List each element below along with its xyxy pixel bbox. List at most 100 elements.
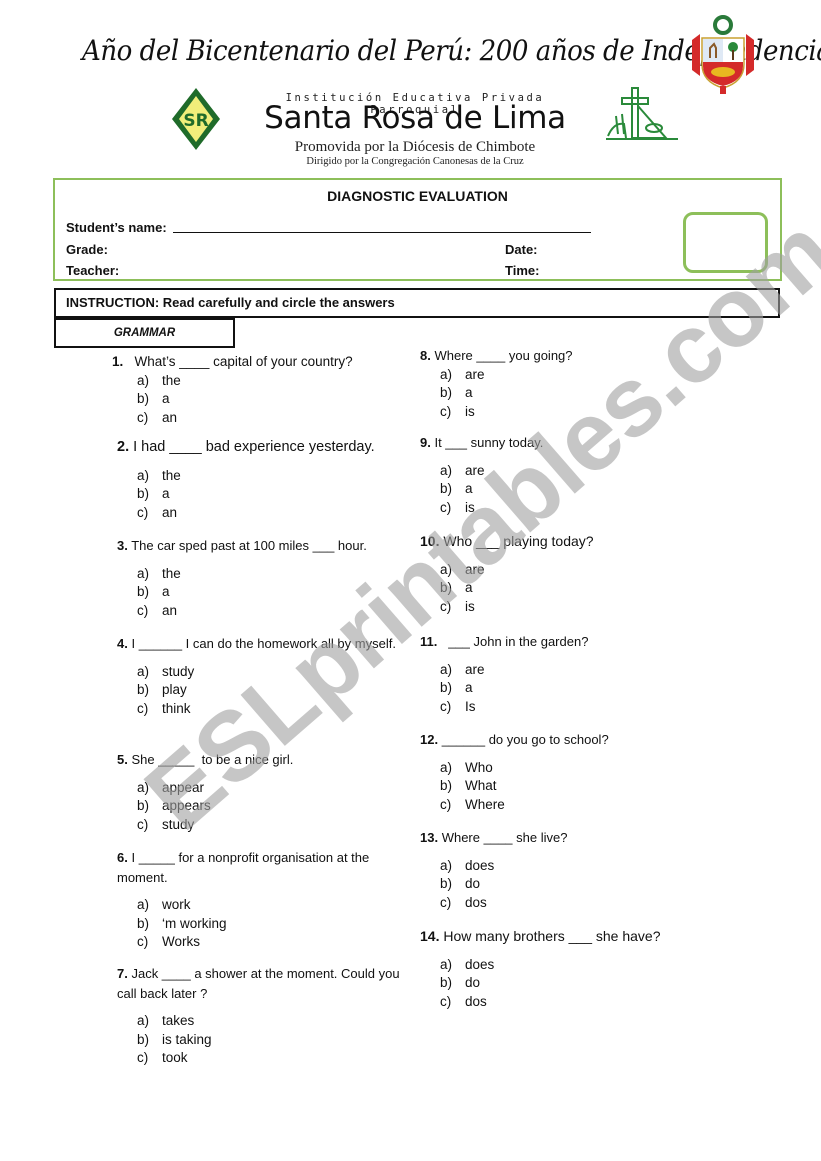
student-name-field[interactable] <box>173 232 591 233</box>
answer-option[interactable]: c) an <box>117 409 397 428</box>
question-text: Jack ____ a shower at the moment. Could … <box>117 966 400 1001</box>
answer-option[interactable]: c) is <box>420 499 705 518</box>
question-number: 3. <box>117 538 128 553</box>
score-box[interactable] <box>683 212 768 273</box>
instruction-box: INSTRUCTION: Read carefully and circle t… <box>54 288 780 318</box>
grade-label: Grade: <box>66 242 108 257</box>
answer-option[interactable]: b) is taking <box>117 1031 402 1050</box>
question-text: Where ____ she live? <box>441 830 568 845</box>
answer-option[interactable]: c) took <box>117 1049 402 1068</box>
answer-option[interactable]: a) Who <box>420 759 705 778</box>
question-10: 10. Who ___ playing today? a) are b) a c) i… <box>420 532 705 616</box>
question-1: 1. What’s ____ capital of your country? … <box>112 352 397 427</box>
question-text: How many brothers ___ she have? <box>443 928 661 944</box>
question-5: 5. She _____ to be a nice girl. a) appear… <box>117 750 402 834</box>
question-number: 1. <box>112 354 124 369</box>
time-label: Time: <box>505 263 540 278</box>
answer-option[interactable]: c) think <box>117 700 402 719</box>
answer-option[interactable]: b) a <box>420 679 705 698</box>
answer-option[interactable]: b) ‘m working <box>117 915 402 934</box>
question-number: 7. <box>117 966 128 981</box>
question-6: 6. I _____ for a nonprofit organisation … <box>117 848 402 952</box>
question-number: 5. <box>117 752 128 767</box>
answer-option[interactable]: c) Works <box>117 933 402 952</box>
answer-option[interactable]: b) appears <box>117 797 402 816</box>
answer-option[interactable]: a) study <box>117 663 402 682</box>
question-number: 14. <box>420 928 440 944</box>
answer-option[interactable]: a) appear <box>117 779 402 798</box>
answer-option[interactable]: b) a <box>117 390 397 409</box>
question-number: 9. <box>420 435 431 450</box>
question-4: 4. I ______ I can do the homework all by… <box>117 634 402 718</box>
answer-option[interactable]: a) does <box>420 956 705 975</box>
answer-option[interactable]: a) the <box>117 565 402 584</box>
answer-option[interactable]: c) is <box>420 598 705 617</box>
question-text: I ______ I can do the homework all by my… <box>131 636 396 651</box>
question-text: Where ____ you going? <box>434 348 573 363</box>
question-number: 6. <box>117 850 128 865</box>
answer-option[interactable]: a) takes <box>117 1012 402 1031</box>
answer-option[interactable]: b) do <box>420 974 705 993</box>
answer-option[interactable]: b) What <box>420 777 705 796</box>
school-name: Santa Rosa de Lima <box>264 100 566 136</box>
answer-option[interactable]: a) are <box>420 366 705 385</box>
question-13: 13. Where ____ she live? a) does b) do c) d… <box>420 828 705 912</box>
answer-option[interactable]: a) are <box>420 462 705 481</box>
answer-option[interactable]: a) are <box>420 661 705 680</box>
motto-heading: Año del Bicentenario del Perú: 200 años … <box>82 34 821 67</box>
answer-option[interactable]: c) study <box>117 816 402 835</box>
question-text: ______ do you go to school? <box>441 732 609 747</box>
answer-option[interactable]: c) Is <box>420 698 705 717</box>
question-text: Who ___ playing today? <box>443 533 594 549</box>
question-text: It ___ sunny today. <box>434 435 544 450</box>
question-number: 4. <box>117 636 128 651</box>
question-number: 2. <box>117 439 130 455</box>
question-text: I had ____ bad experience yesterday. <box>133 439 375 455</box>
answer-option[interactable]: c) is <box>420 403 705 422</box>
answer-option[interactable]: a) the <box>117 372 397 391</box>
answer-option[interactable]: a) are <box>420 561 705 580</box>
question-12: 12. ______ do you go to school? a) Who b)… <box>420 730 705 814</box>
teacher-label: Teacher: <box>66 263 120 278</box>
answer-option[interactable]: b) a <box>117 583 402 602</box>
answer-option[interactable]: b) a <box>420 579 705 598</box>
question-number: 13. <box>420 830 439 845</box>
answer-option[interactable]: a) does <box>420 857 705 876</box>
question-7: 7. Jack ____ a shower at the moment. Cou… <box>117 964 402 1068</box>
question-number: 11. <box>420 634 438 649</box>
section-grammar-label: GRAMMAR <box>54 318 235 348</box>
question-text: I _____ for a nonprofit organisation at … <box>117 850 370 885</box>
question-number: 10. <box>420 533 440 549</box>
date-label: Date: <box>505 242 538 257</box>
svg-text:SR: SR <box>183 111 208 131</box>
question-14: 14. How many brothers ___ she have? a) do… <box>420 927 705 1011</box>
answer-option[interactable]: b) do <box>420 875 705 894</box>
evaluation-title: DIAGNOSTIC EVALUATION <box>327 188 508 204</box>
question-text: ___ John in the garden? <box>444 634 589 649</box>
answer-option[interactable]: a) work <box>117 896 402 915</box>
question-8: 8. Where ____ you going? a) are b) a c) is <box>420 346 705 421</box>
answer-option[interactable]: c) Where <box>420 796 705 815</box>
question-text: What’s ____ capital of your country? <box>134 354 353 369</box>
directed-by: Dirigido por la Congregación Canonesas d… <box>306 156 524 167</box>
answer-option[interactable]: c) dos <box>420 894 705 913</box>
question-2: 2. I had ____ bad experience yesterday. … <box>117 438 402 522</box>
answer-option[interactable]: b) a <box>117 485 402 504</box>
promoted-by: Promovida por la Diócesis de Chimbote <box>294 139 536 155</box>
answer-option[interactable]: c) an <box>117 504 402 523</box>
question-number: 12. <box>420 732 439 747</box>
question-text: The car sped past at 100 miles ___ hour. <box>131 538 367 553</box>
peru-coat-of-arms-icon <box>692 15 754 94</box>
answer-option[interactable]: c) dos <box>420 993 705 1012</box>
evaluation-header-box: DIAGNOSTIC EVALUATION Student’s name: Gr… <box>53 178 782 281</box>
answer-option[interactable]: b) play <box>117 681 402 700</box>
question-3: 3. The car sped past at 100 miles ___ ho… <box>117 536 402 620</box>
question-number: 8. <box>420 348 431 363</box>
answer-option[interactable]: b) a <box>420 480 705 499</box>
answer-option[interactable]: a) the <box>117 467 402 486</box>
question-9: 9. It ___ sunny today. a) are b) a c) is <box>420 433 705 517</box>
question-11: 11. ___ John in the garden? a) are b) a c)… <box>420 632 705 716</box>
answer-option[interactable]: c) an <box>117 602 402 621</box>
answer-option[interactable]: b) a <box>420 384 705 403</box>
diocese-cross-emblem-icon <box>606 87 678 140</box>
